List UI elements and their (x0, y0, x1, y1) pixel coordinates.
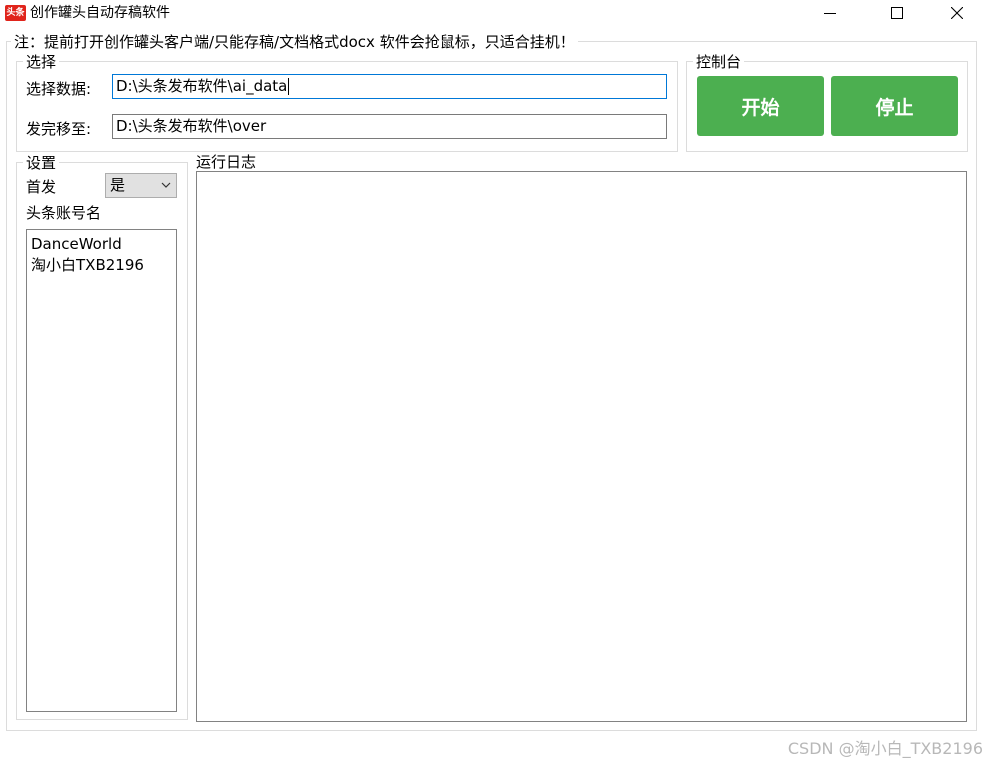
done-path-label: 发完移至: (26, 120, 92, 138)
watermark: CSDN @淘小白_TXB2196 (787, 739, 983, 758)
select-group-legend: 选择 (23, 53, 60, 71)
app-logo-icon: 头条 (5, 5, 26, 21)
text-caret (288, 78, 290, 95)
list-item[interactable]: 淘小白TXB2196 (31, 255, 176, 276)
data-path-value: D:\头条发布软件\ai_data (116, 77, 288, 95)
list-item[interactable]: DanceWorld (31, 234, 176, 255)
minimize-button[interactable] (807, 0, 853, 26)
done-path-value: D:\头条发布软件\over (116, 117, 267, 135)
maximize-button[interactable] (874, 0, 920, 26)
stop-button[interactable]: 停止 (831, 76, 958, 136)
first-publish-value: 是 (110, 176, 126, 194)
data-path-label: 选择数据: (26, 80, 92, 98)
minimize-icon (824, 13, 836, 14)
chevron-down-icon (161, 182, 171, 188)
first-publish-select[interactable]: 是 (105, 173, 177, 198)
settings-group-legend: 设置 (23, 154, 60, 172)
start-button[interactable]: 开始 (697, 76, 824, 136)
notice-text: 注：提前打开创作罐头客户端/只能存稿/文档格式docx 软件会抢鼠标，只适合挂机… (11, 33, 578, 51)
console-group-legend: 控制台 (693, 53, 745, 71)
first-publish-label: 首发 (26, 178, 57, 196)
close-button[interactable] (934, 0, 980, 26)
log-legend: 运行日志 (194, 153, 259, 171)
account-list[interactable]: DanceWorld 淘小白TXB2196 (26, 229, 177, 712)
data-path-input[interactable]: D:\头条发布软件\ai_data (112, 74, 667, 99)
done-path-input[interactable]: D:\头条发布软件\over (112, 114, 667, 139)
window-title: 创作罐头自动存稿软件 (30, 5, 170, 21)
accounts-label: 头条账号名 (26, 204, 102, 222)
log-textarea[interactable] (196, 171, 967, 722)
maximize-icon (891, 7, 903, 19)
close-icon (951, 7, 963, 19)
